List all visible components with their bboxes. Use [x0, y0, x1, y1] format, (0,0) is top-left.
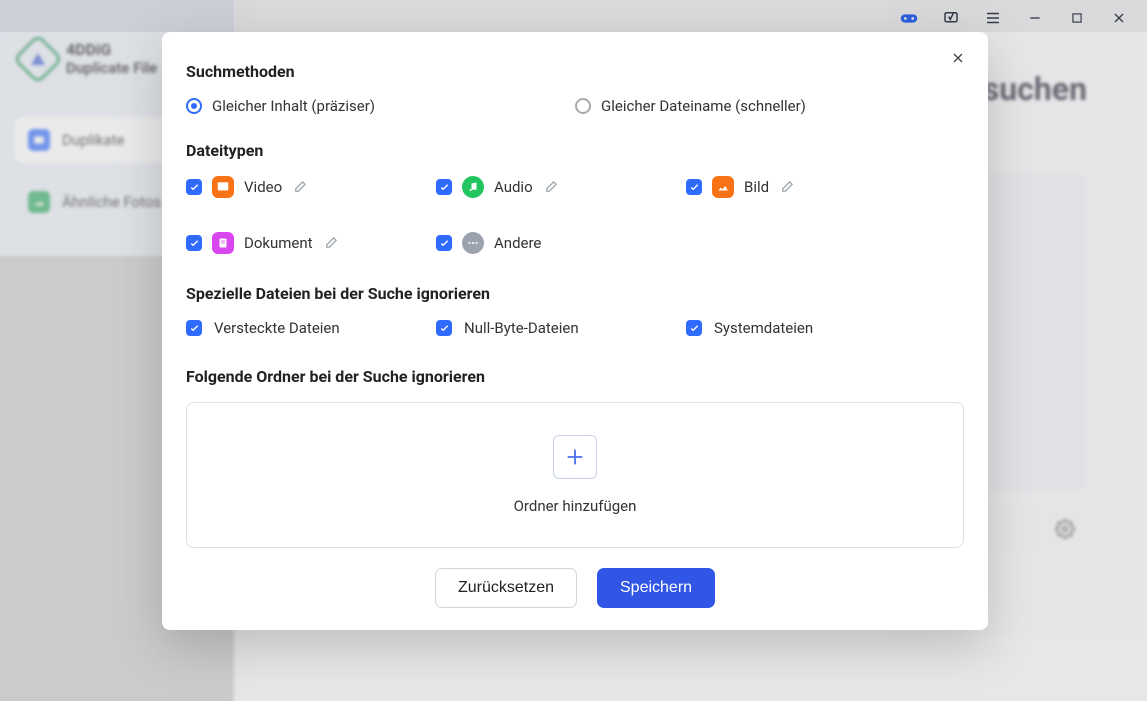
section-title-ignore-special: Spezielle Dateien bei der Suche ignorier…: [186, 284, 964, 303]
filetype-label: Bild: [744, 178, 769, 196]
radio-label: Gleicher Inhalt (präziser): [212, 97, 375, 115]
checkbox-document[interactable]: [186, 235, 202, 251]
checkbox-other[interactable]: [436, 235, 452, 251]
radio-icon: [186, 98, 202, 114]
filetype-label: Dokument: [244, 234, 313, 252]
ignore-label: Versteckte Dateien: [214, 319, 340, 337]
checkbox-system[interactable]: [686, 320, 702, 336]
filetype-audio: Audio: [436, 176, 686, 198]
checkbox-audio[interactable]: [436, 179, 452, 195]
edit-icon[interactable]: [292, 180, 307, 195]
filetype-label: Audio: [494, 178, 533, 196]
checkbox-image[interactable]: [686, 179, 702, 195]
radio-label: Gleicher Dateiname (schneller): [601, 97, 806, 115]
filetype-video: Video: [186, 176, 436, 198]
edit-icon[interactable]: [779, 180, 794, 195]
checkbox-hidden[interactable]: [186, 320, 202, 336]
close-icon[interactable]: [948, 48, 968, 68]
add-folder-label: Ordner hinzufügen: [514, 497, 637, 515]
filetype-document: Dokument: [186, 232, 436, 254]
reset-button[interactable]: Zurücksetzen: [435, 568, 577, 608]
ignore-folders-dropzone[interactable]: Ordner hinzufügen: [186, 402, 964, 548]
save-button[interactable]: Speichern: [597, 568, 715, 608]
ignore-hidden-files: Versteckte Dateien: [186, 319, 436, 337]
filetype-image: Bild: [686, 176, 936, 198]
section-title-file-types: Dateitypen: [186, 141, 964, 160]
ignore-label: Null-Byte-Dateien: [464, 319, 579, 337]
section-title-search-methods: Suchmethoden: [186, 62, 964, 81]
filetype-other: Andere: [436, 232, 686, 254]
edit-icon[interactable]: [543, 180, 558, 195]
ignore-label: Systemdateien: [714, 319, 813, 337]
other-icon: [462, 232, 484, 254]
radio-same-content[interactable]: Gleicher Inhalt (präziser): [186, 97, 375, 115]
section-title-ignore-folders: Folgende Ordner bei der Suche ignorieren: [186, 367, 964, 386]
filetype-label: Andere: [494, 234, 541, 252]
settings-modal: Suchmethoden Gleicher Inhalt (präziser) …: [162, 32, 988, 630]
document-icon: [212, 232, 234, 254]
add-folder-button[interactable]: [553, 435, 597, 479]
audio-icon: [462, 176, 484, 198]
ignore-zero-byte: Null-Byte-Dateien: [436, 319, 686, 337]
filetype-label: Video: [244, 178, 282, 196]
checkbox-video[interactable]: [186, 179, 202, 195]
ignore-system-files: Systemdateien: [686, 319, 936, 337]
image-icon: [712, 176, 734, 198]
radio-same-filename[interactable]: Gleicher Dateiname (schneller): [575, 97, 806, 115]
edit-icon[interactable]: [323, 236, 338, 251]
video-icon: [212, 176, 234, 198]
checkbox-zero-byte[interactable]: [436, 320, 452, 336]
radio-icon: [575, 98, 591, 114]
